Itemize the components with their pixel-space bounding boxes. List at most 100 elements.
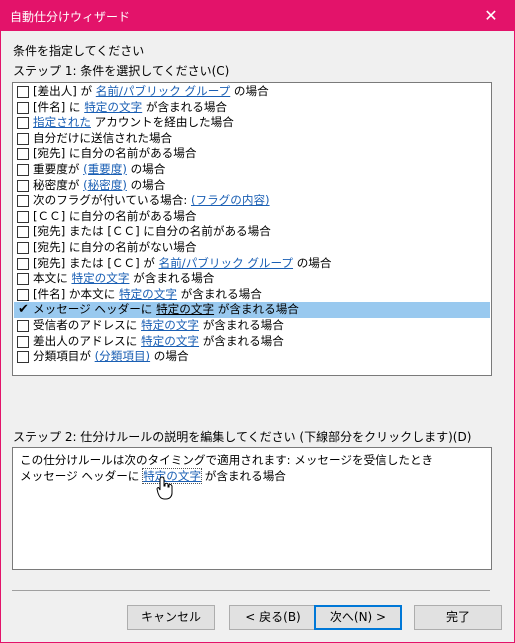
condition-checkbox[interactable] [17, 242, 29, 254]
condition-checkbox[interactable] [17, 273, 29, 286]
condition-link[interactable]: 特定の文字 [156, 302, 214, 316]
step2-label: ステップ 2: 仕分けルールの説明を編集してください (下線部分をクリックします… [13, 430, 472, 444]
condition-label: [ＣＣ] に自分の名前がある場合 [33, 209, 196, 224]
condition-text: が含まれる場合 [142, 99, 228, 114]
condition-label: 次のフラグが付いている場合: (フラグの内容) [33, 193, 270, 208]
condition-checkbox[interactable] [17, 210, 29, 223]
condition-row[interactable]: 差出人のアドレスに 特定の文字 が含まれる場合 [14, 334, 490, 350]
window-title: 自動仕分けウィザード [10, 10, 131, 24]
condition-text: [宛先] または [ＣＣ] が [33, 255, 159, 270]
condition-link[interactable]: 名前/パブリック グループ [159, 256, 293, 270]
hand-cursor-icon [156, 476, 173, 500]
condition-row[interactable]: [件名] に 特定の文字 が含まれる場合 [14, 100, 490, 116]
condition-text: 本文に [33, 271, 72, 286]
condition-checkbox[interactable] [17, 195, 29, 208]
condition-text: 分類項目が [33, 349, 95, 364]
condition-row[interactable]: 分類項目が (分類項目) の場合 [14, 349, 490, 365]
condition-text: の場合 [293, 255, 332, 270]
condition-text: 受信者のアドレスに [33, 318, 142, 332]
condition-row[interactable]: [宛先] に自分の名前がある場合 [14, 146, 490, 162]
condition-checkbox[interactable] [17, 101, 29, 114]
condition-text: [件名] か本文に [33, 286, 119, 301]
condition-checkbox[interactable] [17, 320, 29, 332]
condition-label: 差出人のアドレスに 特定の文字 が含まれる場合 [33, 334, 284, 349]
condition-checkbox[interactable] [17, 179, 29, 192]
condition-label: [宛先] に自分の名前がない場合 [33, 240, 196, 255]
condition-text: [差出人] が [33, 84, 96, 98]
condition-link[interactable]: 特定の文字 [84, 100, 142, 114]
condition-link[interactable]: (フラグの内容) [191, 193, 270, 207]
condition-link[interactable]: 名前/パブリック グループ [96, 84, 230, 98]
condition-label: 秘密度が (秘密度) の場合 [33, 178, 165, 193]
condition-link[interactable]: (重要度) [83, 162, 127, 176]
condition-row[interactable]: 受信者のアドレスに 特定の文字 が含まれる場合 [14, 318, 490, 334]
condition-checkbox[interactable] [17, 148, 29, 161]
condition-label: 受信者のアドレスに 特定の文字 が含まれる場合 [33, 318, 284, 333]
condition-checkbox[interactable] [17, 335, 29, 348]
condition-row[interactable]: [宛先] または [ＣＣ] が 名前/パブリック グループ の場合 [14, 256, 490, 272]
close-icon[interactable]: ✕ [468, 1, 514, 31]
condition-label: 指定された アカウントを経由した場合 [33, 115, 234, 130]
condition-row[interactable]: [差出人] が 名前/パブリック グループ の場合 [14, 84, 490, 100]
condition-text: 重要度が [33, 162, 84, 176]
condition-link[interactable]: (分類項目) [95, 349, 150, 363]
condition-checkbox[interactable] [17, 132, 29, 145]
condition-row[interactable]: [ＣＣ] に自分の名前がある場合 [14, 209, 490, 225]
condition-text: [ＣＣ] に自分の名前がある場合 [33, 208, 197, 223]
condition-label: [宛先] に自分の名前がある場合 [33, 146, 196, 161]
step1-label: ステップ 1: 条件を選択してください(C) [13, 64, 230, 78]
condition-text: の場合 [126, 177, 166, 192]
condition-link[interactable]: 特定の文字 [141, 318, 199, 332]
condition-row[interactable]: ✔ メッセージ ヘッダーに 特定の文字 が含まれる場合 [14, 302, 490, 318]
condition-checkbox[interactable] [17, 164, 29, 176]
description-text: メッセージ ヘッダーに [20, 469, 144, 483]
condition-row[interactable]: [宛先] に自分の名前がない場合 [14, 240, 490, 256]
condition-row[interactable]: [宛先] または [ＣＣ] に自分の名前がある場合 [14, 224, 490, 240]
condition-row[interactable]: 指定された アカウントを経由した場合 [14, 115, 490, 131]
condition-checkbox[interactable] [17, 257, 29, 270]
cancel-button[interactable]: キャンセル [127, 605, 215, 630]
condition-text: の場合 [150, 349, 189, 364]
condition-label: [差出人] が 名前/パブリック グループ の場合 [33, 84, 269, 99]
condition-text: の場合 [230, 84, 269, 98]
condition-label: 重要度が (重要度) の場合 [33, 162, 165, 177]
condition-text: が含まれる場合 [214, 302, 299, 317]
finish-button[interactable]: 完了 [414, 605, 502, 630]
condition-text: [宛先] に自分の名前がない場合 [33, 240, 197, 254]
condition-checkbox[interactable] [17, 117, 29, 130]
condition-row[interactable]: 本文に 特定の文字 が含まれる場合 [14, 271, 490, 287]
back-button[interactable]: < 戻る(B) [229, 605, 317, 630]
condition-checkbox[interactable] [17, 86, 29, 98]
condition-row[interactable]: 次のフラグが付いている場合: (フラグの内容) [14, 193, 490, 209]
condition-text: アカウントを経由した場合 [90, 115, 234, 130]
condition-checkbox[interactable] [17, 288, 29, 301]
condition-text: [宛先] または [ＣＣ] に自分の名前がある場合 [33, 224, 271, 239]
condition-text: が含まれる場合 [129, 271, 215, 286]
condition-text: が含まれる場合 [176, 286, 262, 301]
conditions-list[interactable]: [差出人] が 名前/パブリック グループ の場合 [件名] に 特定の文字 が含… [12, 82, 492, 376]
condition-checkbox[interactable] [17, 226, 29, 239]
condition-link[interactable]: 特定の文字 [141, 334, 199, 348]
description-text: が含まれる場合 [201, 469, 286, 483]
condition-checkbox[interactable]: ✔ [17, 303, 29, 316]
condition-link[interactable]: 指定された [33, 115, 91, 129]
condition-link[interactable]: 特定の文字 [119, 287, 177, 301]
condition-label: [宛先] または [ＣＣ] に自分の名前がある場合 [33, 224, 271, 239]
condition-link[interactable]: 特定の文字 [71, 271, 129, 285]
rule-description-box: この仕分けルールは次のタイミングで適用されます: メッセージを受信したとき メッ… [12, 447, 492, 570]
condition-checkbox[interactable] [17, 351, 29, 364]
condition-text: 差出人のアドレスに [33, 333, 142, 348]
condition-text: の場合 [126, 162, 166, 176]
condition-link[interactable]: (秘密度) [83, 178, 127, 192]
next-button[interactable]: 次へ(N) > [314, 605, 402, 630]
condition-row[interactable]: [件名] か本文に 特定の文字 が含まれる場合 [14, 287, 490, 303]
condition-text: 次のフラグが付いている場合: [33, 193, 191, 208]
instruction-label: 条件を指定してください [13, 44, 145, 58]
condition-row[interactable]: 秘密度が (秘密度) の場合 [14, 178, 490, 194]
description-line-1: この仕分けルールは次のタイミングで適用されます: メッセージを受信したとき [20, 453, 434, 467]
condition-text: が含まれる場合 [199, 318, 284, 332]
condition-row[interactable]: 自分だけに送信された場合 [14, 131, 490, 147]
footer-divider [12, 590, 490, 591]
condition-row[interactable]: 重要度が (重要度) の場合 [14, 162, 490, 178]
description-line-2: メッセージ ヘッダーに 特定の文字 が含まれる場合 [20, 468, 286, 484]
